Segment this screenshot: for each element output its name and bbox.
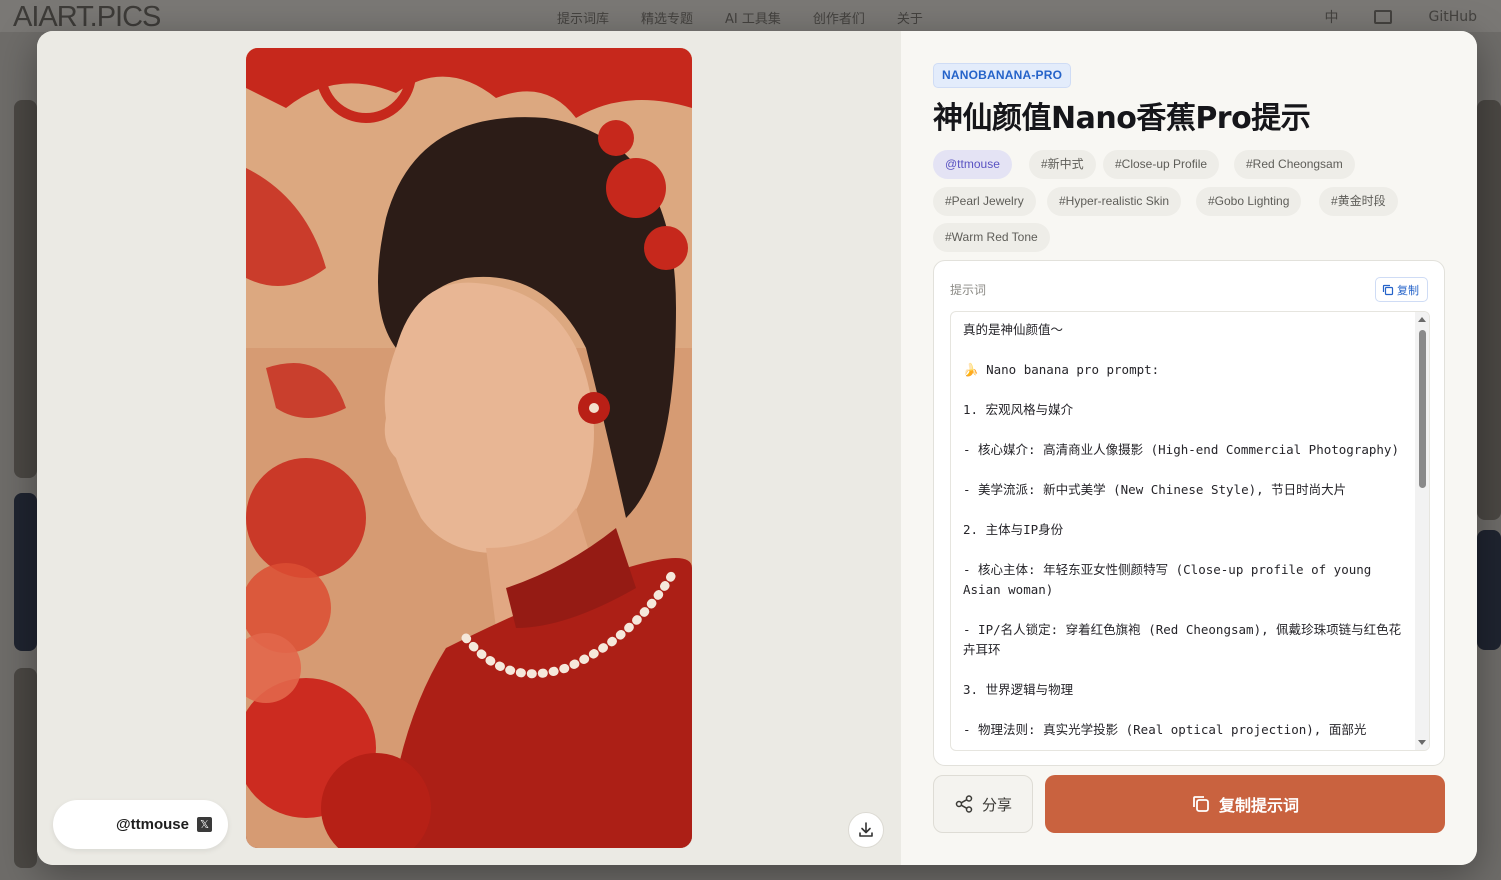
prompt-title: 神仙颜值Nano香蕉Pro提示: [933, 101, 1311, 136]
background-card: [14, 493, 37, 651]
nav-item-creators[interactable]: 创作者们: [813, 8, 865, 27]
info-pane: NANOBANANA-PRO 神仙颜值Nano香蕉Pro提示 @ttmouse …: [901, 31, 1477, 865]
portrait-illustration: [246, 48, 692, 848]
scrollbar[interactable]: [1415, 312, 1429, 750]
header-actions: 中 GitHub: [1324, 7, 1477, 27]
background-card: [14, 100, 37, 478]
tag-item[interactable]: #Close-up Profile: [1103, 150, 1220, 179]
tag-item[interactable]: #黄金时段: [1319, 187, 1398, 216]
scroll-up-icon[interactable]: [1418, 317, 1426, 322]
prompt-result-image[interactable]: [246, 48, 692, 848]
prompt-detail-modal: @ttmouse 𝕏 NANOBANANA-PRO 神仙颜值Nano香蕉Pro提…: [37, 31, 1477, 865]
x-logo-icon: 𝕏: [197, 817, 212, 832]
share-label: 分享: [981, 795, 1012, 814]
prompt-textarea[interactable]: 真的是神仙颜值～ 🍌 Nano banana pro prompt: 1. 宏观…: [950, 311, 1430, 751]
scroll-thumb[interactable]: [1419, 330, 1426, 488]
site-logo[interactable]: AIART.PICS: [13, 1, 161, 33]
download-icon: [859, 822, 873, 837]
author-handle: @ttmouse: [116, 816, 189, 833]
copy-prompt-label: 复制提示词: [1218, 796, 1299, 815]
copy-button[interactable]: 复制: [1375, 277, 1428, 302]
language-select[interactable]: 中: [1324, 7, 1338, 27]
prompt-label: 提示词: [950, 283, 987, 297]
tag-item[interactable]: #Gobo Lighting: [1196, 187, 1302, 216]
site-header: AIART.PICS 提示词库 精选专题 AI 工具集 创作者们 关于 中 Gi…: [0, 0, 1501, 33]
nav-item-ai-tools[interactable]: AI 工具集: [725, 8, 781, 27]
github-link[interactable]: GitHub: [1428, 9, 1477, 25]
scroll-down-icon[interactable]: [1418, 740, 1426, 745]
copy-icon: [1193, 796, 1209, 812]
tag-author[interactable]: @ttmouse: [933, 150, 1012, 179]
tag-item[interactable]: #Warm Red Tone: [933, 223, 1050, 252]
copy-button-label: 复制: [1397, 283, 1419, 297]
background-card: [1477, 530, 1501, 650]
prompt-content: 真的是神仙颜值～ 🍌 Nano banana pro prompt: 1. 宏观…: [963, 322, 1402, 737]
nav-item-prompts[interactable]: 提示词库: [557, 8, 609, 27]
site-nav: 提示词库 精选专题 AI 工具集 创作者们 关于: [557, 8, 923, 27]
monitor-icon[interactable]: [1374, 10, 1393, 24]
nav-item-about[interactable]: 关于: [897, 8, 923, 27]
tag-item[interactable]: #Pearl Jewelry: [933, 187, 1036, 216]
tag-item[interactable]: #Red Cheongsam: [1234, 150, 1355, 179]
background-card: [1477, 100, 1501, 520]
category-badge[interactable]: NANOBANANA-PRO: [933, 63, 1072, 88]
copy-prompt-button[interactable]: 复制提示词: [1045, 775, 1445, 833]
background-card: [14, 668, 37, 868]
share-button[interactable]: 分享: [933, 775, 1033, 833]
download-button[interactable]: [848, 812, 884, 848]
copy-icon: [1382, 284, 1394, 295]
tag-item[interactable]: #Hyper-realistic Skin: [1047, 187, 1182, 216]
share-icon: [955, 795, 973, 813]
author-badge[interactable]: @ttmouse 𝕏: [53, 800, 228, 849]
tag-item[interactable]: #新中式: [1029, 150, 1096, 179]
image-pane: @ttmouse 𝕏: [37, 31, 901, 865]
prompt-panel: 提示词 复制 真的是神仙颜值～ 🍌 Nano banana pro prompt…: [933, 260, 1445, 766]
nav-item-featured[interactable]: 精选专题: [641, 8, 693, 27]
